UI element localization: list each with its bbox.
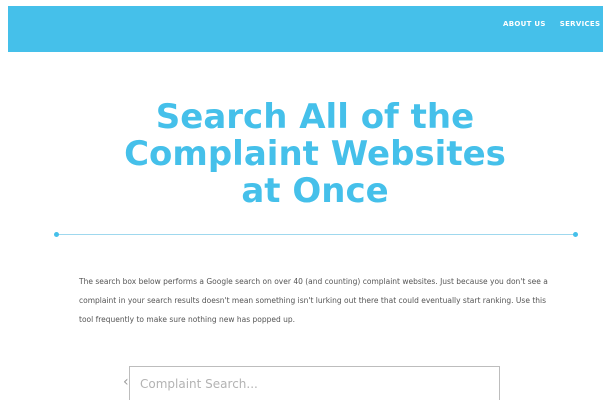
chevron-left-icon: ‹ bbox=[123, 374, 129, 390]
nav-item-services[interactable]: SERVICES bbox=[560, 20, 601, 28]
complaint-search-input[interactable] bbox=[130, 367, 499, 401]
page-title: Search All of the Complaint Websites at … bbox=[0, 99, 603, 210]
header-bar: ABOUT US SERVICES bbox=[8, 6, 603, 52]
page-title-line-3: at Once bbox=[241, 171, 389, 211]
intro-paragraph: The search box below performs a Google s… bbox=[79, 276, 548, 324]
divider-dot-left-icon bbox=[54, 232, 59, 237]
page-title-line-2: Complaint Websites bbox=[124, 134, 506, 174]
search-box[interactable] bbox=[129, 366, 500, 401]
divider-dot-right-icon bbox=[573, 232, 578, 237]
title-divider bbox=[54, 232, 578, 237]
nav-item-about-us[interactable]: ABOUT US bbox=[503, 20, 546, 28]
page-title-line-1: Search All of the bbox=[155, 97, 475, 137]
main-nav: ABOUT US SERVICES bbox=[503, 20, 603, 28]
